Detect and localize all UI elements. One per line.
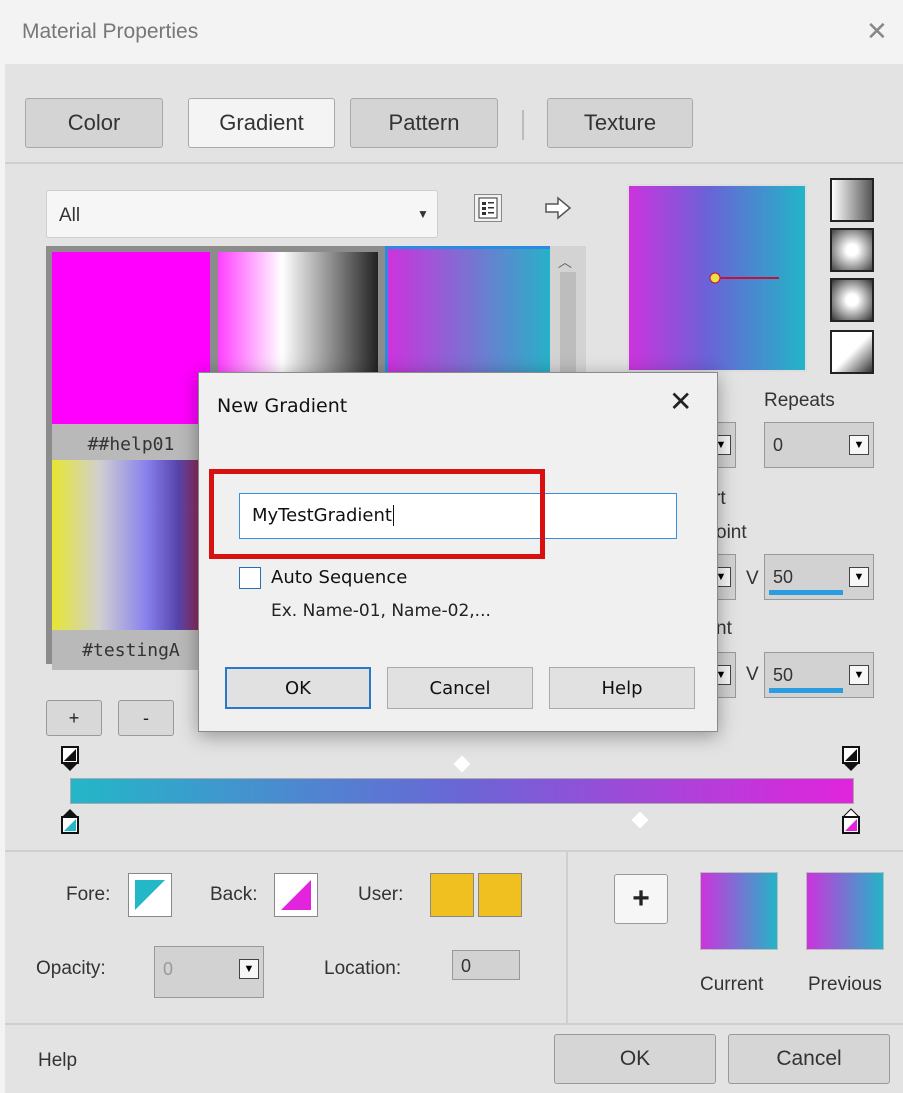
gradient-swatch[interactable] [52,252,210,424]
highlight-box [209,469,545,559]
auto-sequence-label[interactable]: Auto Sequence [271,567,407,588]
help-link[interactable]: Help [38,1050,77,1072]
gradient-preview[interactable] [627,184,807,372]
modal-cancel-button[interactable]: Cancel [387,667,533,709]
add-gradient-button[interactable]: + [46,700,102,736]
chevron-down-icon[interactable]: ▼ [849,435,869,455]
close-icon[interactable]: ✕ [669,385,692,418]
repeats-value: 0 [773,435,784,455]
current-label: Current [700,974,764,995]
add-to-library-button[interactable]: + [614,874,668,924]
tab-separator [522,110,524,140]
previous-swatch[interactable] [806,872,884,950]
opacity-value: 0 [163,959,174,979]
focal-v-bar [769,688,843,693]
window-title: Material Properties [22,20,199,43]
focal-v-label: V [746,664,759,685]
linear-style-button[interactable] [830,178,874,222]
window-close-icon[interactable]: ✕ [866,18,888,44]
back-label: Back: [210,884,258,905]
sunburst-style-button[interactable] [830,330,874,374]
point-label-fragment: oint [716,522,747,543]
modal-help-button[interactable]: Help [549,667,695,709]
fore-swatch[interactable] [128,873,172,917]
swatch-label: ##help01 [52,424,210,464]
tab-pattern[interactable]: Pattern [350,98,498,148]
footer-separator [5,1023,903,1025]
location-label: Location: [324,958,402,979]
location-field[interactable]: 0 [452,950,520,980]
cancel-button[interactable]: Cancel [728,1034,890,1084]
tab-gradient[interactable]: Gradient [188,98,335,148]
chevron-down-icon[interactable]: ▼ [849,665,869,685]
back-swatch[interactable] [274,873,318,917]
user-swatch-2[interactable] [478,873,522,917]
chevron-down-icon[interactable]: ▼ [239,959,259,979]
auto-sequence-checkbox[interactable] [239,567,261,589]
opacity-spinner[interactable]: 0 ▼ [154,946,264,998]
chevron-down-icon[interactable]: ▼ [849,567,869,587]
tab-texture[interactable]: Texture [547,98,693,148]
center-v-bar [769,590,843,595]
arrow-right-icon[interactable] [542,194,574,222]
user-label: User: [358,884,404,905]
remove-gradient-button[interactable]: - [118,700,174,736]
category-dropdown[interactable]: All ▼ [46,190,438,238]
color-stop-marker[interactable] [61,808,79,834]
center-v-spinner[interactable]: 50 ▼ [764,554,874,600]
chevron-up-icon[interactable]: ︿ [558,252,572,272]
repeats-label: Repeats [764,390,835,411]
current-swatch[interactable] [700,872,778,950]
opacity-label: Opacity: [36,958,106,979]
repeats-spinner[interactable]: 0 ▼ [764,422,874,468]
gradient-swatch-selected[interactable] [385,246,558,382]
gradient-editor-bar[interactable] [70,778,854,804]
modal-title: New Gradient [217,395,348,417]
center-v-value: 50 [773,567,794,587]
vertical-separator [566,852,568,1023]
category-value: All [59,205,81,226]
modal-ok-button[interactable]: OK [225,667,371,709]
user-swatch-1[interactable] [430,873,474,917]
swatch-label: #testingA [52,630,210,670]
tab-color[interactable]: Color [25,98,163,148]
previous-label: Previous [808,974,882,995]
color-stop-marker[interactable] [841,808,861,834]
rectangular-style-button[interactable] [830,228,874,272]
location-value: 0 [461,956,472,976]
radial-style-button[interactable] [830,278,874,322]
gradient-swatch[interactable] [52,460,210,630]
auto-sequence-example: Ex. Name-01, Name-02,... [271,601,491,621]
ok-button[interactable]: OK [554,1034,716,1084]
fore-label: Fore: [66,884,111,905]
chevron-down-icon: ▼ [417,207,429,221]
focal-v-spinner[interactable]: 50 ▼ [764,652,874,698]
opacity-stop-marker[interactable] [61,746,79,772]
focal-label-fragment: nt [716,618,732,639]
focal-v-value: 50 [773,665,794,685]
opacity-stop-marker[interactable] [842,746,860,772]
new-gradient-dialog: New Gradient ✕ MyTestGradient Auto Seque… [198,372,718,732]
gallery-options-icon[interactable] [474,194,502,222]
center-v-label: V [746,568,759,589]
